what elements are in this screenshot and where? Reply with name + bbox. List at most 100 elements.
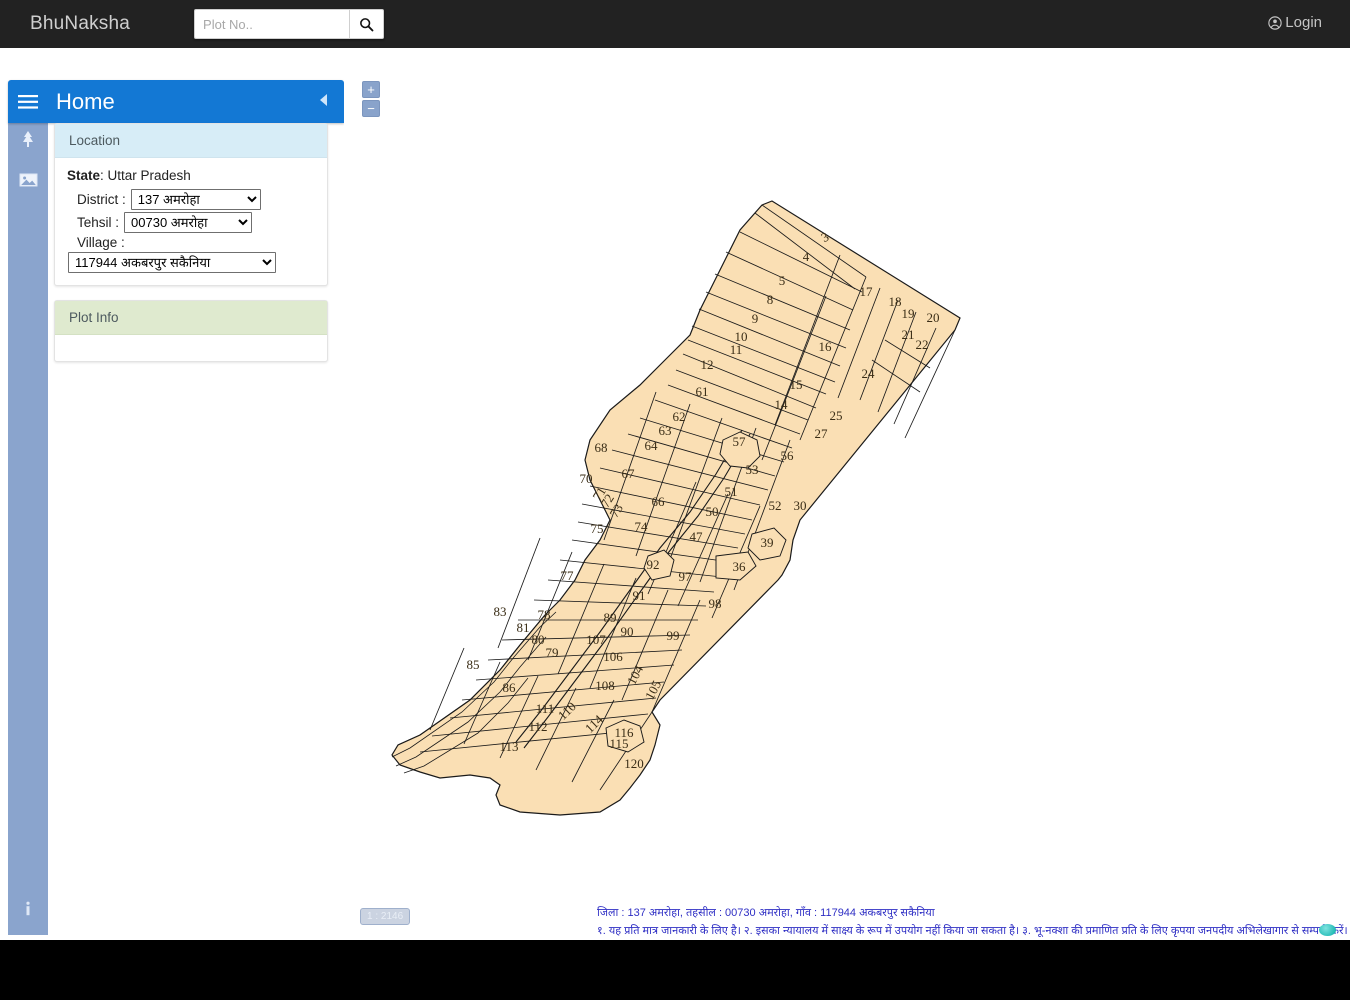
scale-bar: 1 : 2146 — [360, 908, 411, 925]
village-label: Village : — [77, 235, 125, 250]
plot-number-label: 111 — [536, 701, 555, 716]
zoom-in-button[interactable]: + — [362, 81, 380, 98]
plot-number-label: 113 — [499, 739, 518, 754]
sidebar-collapse-button[interactable] — [318, 93, 328, 110]
tehsil-label: Tehsil : — [77, 215, 120, 230]
bhunaksha-app: BhuNaksha Login — [0, 0, 1350, 1000]
login-link[interactable]: Login — [1268, 14, 1322, 31]
plot-number-label: 62 — [673, 409, 686, 424]
map-footer-location: जिला : 137 अमरोहा, तहसील : 00730 अमरोहा,… — [597, 907, 935, 919]
location-panel: Location State: Uttar Pradesh District :… — [54, 123, 328, 286]
plot-number-label: 97 — [679, 569, 693, 584]
map-footer: जिला : 137 अमरोहा, तहसील : 00730 अमरोहा,… — [344, 904, 1350, 940]
plot-number-label: 74 — [635, 519, 649, 534]
plot-number-label: 89 — [604, 610, 617, 625]
plot-number-label: 52 — [769, 498, 782, 513]
plot-info-panel: Plot Info — [54, 300, 328, 362]
village-boundary — [391, 200, 961, 816]
plot-number-label: 9 — [752, 311, 759, 326]
app-brand: BhuNaksha — [30, 13, 131, 34]
map-attribution-badge[interactable] — [1319, 924, 1336, 936]
plot-number-label: 77 — [561, 568, 575, 583]
state-row: State: Uttar Pradesh — [67, 168, 191, 183]
cadastral-map[interactable]: 34589101112141516171819 20212224252730363… — [344, 48, 1350, 940]
page-title: Home — [56, 88, 115, 114]
plot-number-label: 86 — [503, 680, 517, 695]
plot-number-label: 25 — [830, 408, 843, 423]
plot-number-label: 81 — [517, 620, 530, 635]
plot-number-label: 30 — [794, 498, 807, 513]
sidebar: Home Location State: Uttar Pradesh Distr… — [8, 80, 344, 362]
plot-number-label: 47 — [690, 529, 704, 544]
plot-number-label: 8 — [767, 292, 774, 307]
village-select[interactable]: 117944 अकबरपुर सकैनिया — [68, 252, 276, 273]
plot-search — [194, 9, 385, 39]
plot-number-label: 99 — [667, 628, 680, 643]
plot-number-label: 67 — [622, 466, 636, 481]
plot-number-label: 85 — [467, 657, 480, 672]
plot-info-panel-title: Plot Info — [55, 301, 327, 335]
plot-number-label: 20 — [927, 310, 940, 325]
plot-number-label: 116 — [614, 725, 634, 740]
district-row: District : 137 अमरोहा — [77, 189, 317, 210]
plot-number-label: 107 — [586, 632, 606, 647]
zoom-out-button[interactable]: − — [362, 100, 380, 117]
plot-number-label: 83 — [494, 604, 507, 619]
hamburger-menu-button[interactable] — [8, 94, 48, 109]
plot-number-label: 106 — [603, 649, 623, 664]
plot-number-label: 36 — [733, 559, 747, 574]
plot-number-label: 57 — [733, 434, 747, 449]
plot-number-label: 92 — [647, 557, 660, 572]
plot-number-label: 17 — [860, 284, 874, 299]
plot-number-label: 50 — [706, 504, 719, 519]
login-label: Login — [1285, 14, 1322, 31]
plot-number-label: 16 — [819, 339, 833, 354]
plot-number-label: 5 — [779, 273, 786, 288]
location-panel-body: State: Uttar Pradesh District : 137 अमरो… — [55, 158, 327, 285]
info-icon-button[interactable] — [8, 889, 48, 929]
plot-number-label: 51 — [725, 484, 738, 499]
plot-number-label: 64 — [645, 438, 659, 453]
plot-number-label: 4 — [803, 249, 810, 264]
plot-number-label: 120 — [624, 756, 644, 771]
district-select[interactable]: 137 अमरोहा — [130, 189, 261, 210]
plot-number-label: 11 — [730, 342, 743, 357]
plot-number-label: 18 — [889, 294, 902, 309]
hamburger-icon — [18, 94, 38, 109]
village-label-row: Village : — [77, 235, 317, 250]
plot-number-label: 27 — [815, 426, 829, 441]
plot-number-label: 78 — [538, 607, 551, 622]
plot-number-label: 14 — [775, 397, 789, 412]
plot-number-label: 12 — [701, 357, 714, 372]
zoom-controls: + − — [362, 81, 380, 117]
plot-number-label: 39 — [761, 535, 774, 550]
map-footer-disclaimer: १. यह प्रति मात्र जानकारी के लिए है। २. … — [597, 925, 1348, 937]
tehsil-row: Tehsil : 00730 अमरोहा — [77, 212, 317, 233]
plot-number-label: 79 — [546, 645, 559, 660]
tehsil-select[interactable]: 00730 अमरोहा — [124, 212, 253, 233]
sidebar-header: Home — [8, 80, 344, 123]
search-input[interactable] — [194, 9, 350, 39]
map-viewport[interactable]: + − 3 4 5 8 9 10 11 12 14 15 16 17 18 19… — [344, 48, 1350, 940]
plot-number-label: 21 — [902, 327, 915, 342]
village-select-row: 117944 अकबरपुर सकैनिया — [68, 252, 317, 273]
state-label: State — [67, 168, 101, 183]
plot-number-label: 75 — [591, 521, 604, 536]
search-button[interactable] — [349, 9, 385, 39]
plot-number-label: 68 — [595, 440, 608, 455]
plot-number-label: 63 — [659, 423, 672, 438]
search-icon — [360, 17, 374, 31]
plot-number-label: 24 — [862, 366, 876, 381]
plot-number-label: 19 — [902, 306, 915, 321]
info-icon — [26, 901, 30, 916]
user-circle-icon — [1268, 15, 1282, 30]
plot-number-label: 91 — [633, 588, 646, 603]
plot-info-panel-body — [55, 335, 327, 361]
plot-number-label: 98 — [709, 596, 722, 611]
plot-number-label: 70 — [580, 471, 593, 486]
plot-number-label: 112 — [528, 719, 547, 734]
top-navbar: BhuNaksha Login — [0, 0, 1350, 48]
plot-number-label: 22 — [916, 337, 929, 352]
plot-number-label: 80 — [532, 632, 545, 647]
plot-number-label: 108 — [595, 678, 615, 693]
